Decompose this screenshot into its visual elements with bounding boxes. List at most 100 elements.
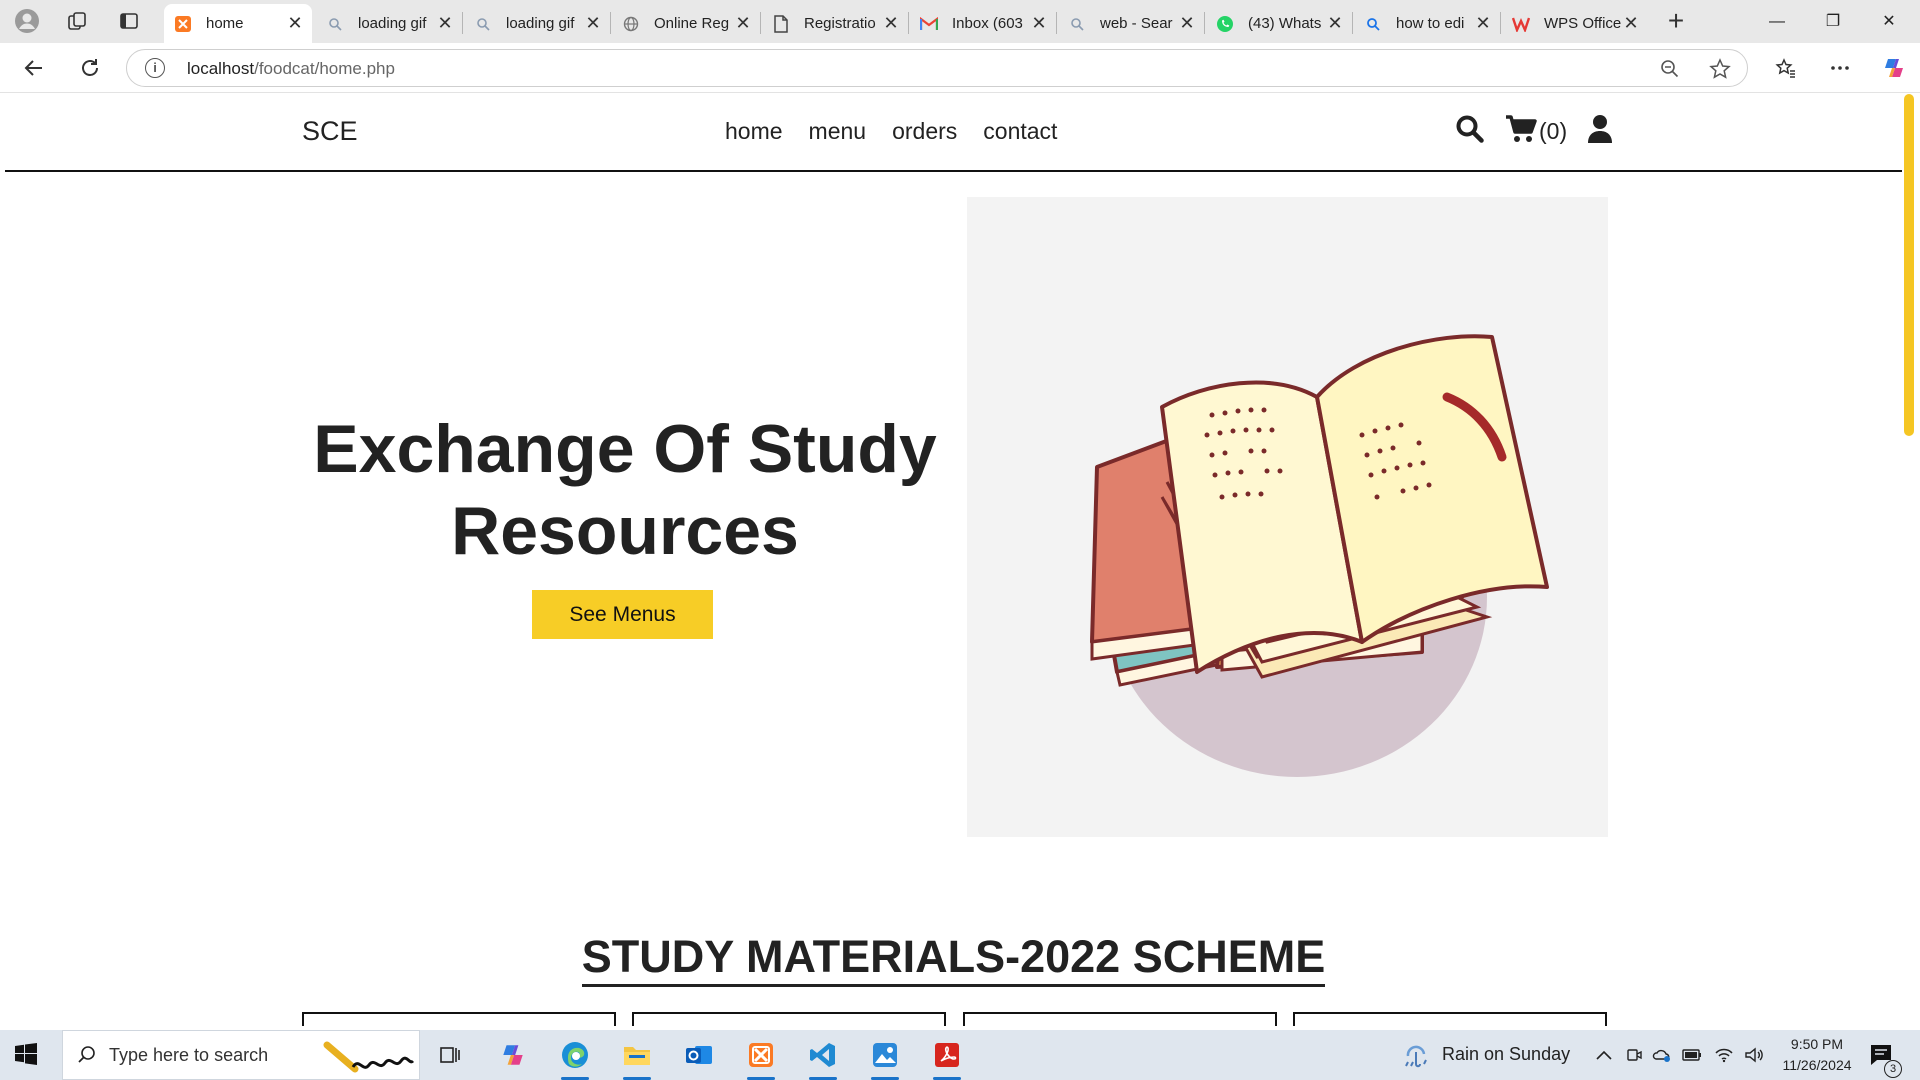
globe-icon (622, 15, 640, 33)
onedrive-icon[interactable] (1652, 1045, 1672, 1065)
page-scrollbar[interactable] (1902, 94, 1914, 1026)
workspaces-icon[interactable] (62, 6, 92, 36)
close-tab-icon[interactable]: ✕ (1178, 13, 1196, 34)
search-icon (77, 1045, 97, 1070)
clock-time: 9:50 PM (1790, 1036, 1844, 1052)
tab-inbox[interactable]: Inbox (603 ✕ (910, 4, 1056, 43)
favorite-star-icon[interactable] (1709, 58, 1731, 80)
search-icon (1068, 15, 1086, 33)
close-tab-icon[interactable]: ✕ (584, 13, 602, 34)
tab-loading-gif-1[interactable]: loading gif ✕ (316, 4, 462, 43)
xampp-icon (174, 15, 192, 33)
close-window-button[interactable]: ✕ (1866, 6, 1912, 38)
tab-web-search[interactable]: web - Sear ✕ (1058, 4, 1204, 43)
search-icon (326, 15, 344, 33)
url-text: localhost/foodcat/home.php (187, 59, 395, 78)
tab-wps-office[interactable]: WPS Office ✕ (1502, 4, 1648, 43)
windows-start-icon[interactable] (14, 1042, 40, 1068)
whatsapp-icon (1216, 15, 1234, 33)
rain-weather-icon[interactable] (1402, 1040, 1432, 1075)
xampp-taskbar-icon[interactable] (741, 1036, 781, 1080)
new-tab-button[interactable]: + (1660, 6, 1692, 38)
vertical-tabs-icon[interactable] (114, 6, 144, 36)
tab-separator (908, 12, 909, 34)
wifi-icon[interactable] (1714, 1045, 1734, 1065)
tab-separator (1352, 12, 1353, 34)
cart-count[interactable]: (0) (1539, 118, 1567, 145)
search-highlight-icon (323, 1037, 415, 1080)
see-menus-button[interactable]: See Menus (532, 590, 713, 639)
copilot-taskbar-icon[interactable] (493, 1036, 533, 1074)
tab-title: loading gif (506, 15, 575, 32)
hero-title-line1: Exchange Of Study (313, 411, 937, 487)
cart-icon[interactable] (1505, 114, 1537, 149)
file-explorer-icon[interactable] (617, 1036, 657, 1080)
more-options-icon[interactable] (1824, 52, 1856, 84)
user-icon[interactable] (1587, 114, 1613, 149)
nav-orders-link[interactable]: orders (892, 118, 957, 145)
tab-separator (462, 12, 463, 34)
taskbar-search-box[interactable]: Type here to search (62, 1030, 420, 1080)
battery-icon[interactable] (1682, 1045, 1702, 1065)
search-icon[interactable] (1455, 114, 1485, 149)
restore-button[interactable]: ❐ (1810, 6, 1856, 38)
close-tab-icon[interactable]: ✕ (436, 13, 454, 34)
photos-icon[interactable] (865, 1036, 905, 1080)
site-header: SCE home menu orders contact (0) (5, 94, 1902, 172)
close-tab-icon[interactable]: ✕ (1030, 13, 1048, 34)
vscode-icon[interactable] (803, 1036, 843, 1080)
site-logo[interactable]: SCE (302, 116, 358, 147)
minimize-button[interactable]: — (1754, 6, 1800, 38)
document-icon (772, 14, 790, 33)
copilot-icon[interactable] (1878, 52, 1910, 84)
close-tab-icon[interactable]: ✕ (1622, 13, 1640, 34)
tab-how-to-edit[interactable]: how to edi ✕ (1354, 4, 1500, 43)
scrollbar-thumb[interactable] (1904, 94, 1914, 436)
tab-loading-gif-2[interactable]: loading gif ✕ (464, 4, 610, 43)
tab-title: (43) Whats (1248, 15, 1322, 32)
address-bar[interactable]: i localhost/foodcat/home.php (126, 49, 1748, 87)
browser-toolbar: i localhost/foodcat/home.php (0, 43, 1920, 93)
close-tab-icon[interactable]: ✕ (882, 13, 900, 34)
refresh-button[interactable] (74, 52, 106, 84)
close-tab-icon[interactable]: ✕ (734, 13, 752, 34)
acrobat-icon[interactable] (927, 1036, 967, 1080)
tab-separator (1056, 12, 1057, 34)
close-tab-icon[interactable]: ✕ (1474, 13, 1492, 34)
tab-registration[interactable]: Registratio ✕ (762, 4, 908, 43)
tab-online-reg[interactable]: Online Reg ✕ (612, 4, 760, 43)
tab-home[interactable]: home ✕ (164, 4, 312, 43)
clock-date: 11/26/2024 (1782, 1057, 1852, 1073)
nav-menu-link[interactable]: menu (809, 118, 867, 145)
tab-whatsapp[interactable]: (43) Whats ✕ (1206, 4, 1352, 43)
nav-contact-link[interactable]: contact (983, 118, 1057, 145)
tab-separator (1500, 12, 1501, 34)
edge-taskbar-icon[interactable] (555, 1036, 595, 1080)
section-heading: STUDY MATERIALS-2022 SCHEME (5, 931, 1902, 987)
back-button[interactable] (18, 52, 50, 84)
search-placeholder: Type here to search (109, 1045, 269, 1065)
show-hidden-icons-icon[interactable] (1594, 1045, 1614, 1065)
material-card[interactable] (963, 1012, 1277, 1026)
volume-icon[interactable] (1744, 1045, 1764, 1065)
close-tab-icon[interactable]: ✕ (1326, 13, 1344, 34)
material-card[interactable] (1293, 1012, 1607, 1026)
tab-title: web - Sear (1100, 15, 1173, 32)
weather-text[interactable]: Rain on Sunday (1442, 1044, 1570, 1065)
books-illustration (967, 197, 1608, 837)
section-title-text: STUDY MATERIALS-2022 SCHEME (581, 931, 1326, 987)
close-tab-icon[interactable]: ✕ (286, 13, 304, 34)
task-view-icon[interactable] (430, 1036, 470, 1074)
favorites-icon[interactable] (1770, 52, 1802, 84)
nav-home-link[interactable]: home (725, 118, 783, 145)
material-card[interactable] (302, 1012, 616, 1026)
notification-badge: 3 (1884, 1060, 1902, 1078)
meet-now-icon[interactable] (1624, 1045, 1644, 1065)
outlook-icon[interactable] (679, 1036, 719, 1074)
clock[interactable]: 9:50 PM 11/26/2024 (1772, 1034, 1862, 1076)
profile-icon[interactable] (12, 6, 42, 36)
material-card[interactable] (632, 1012, 946, 1026)
hero-title: Exchange Of Study Resources (295, 408, 955, 572)
site-info-icon[interactable]: i (145, 58, 165, 78)
zoom-out-icon[interactable] (1659, 58, 1681, 80)
